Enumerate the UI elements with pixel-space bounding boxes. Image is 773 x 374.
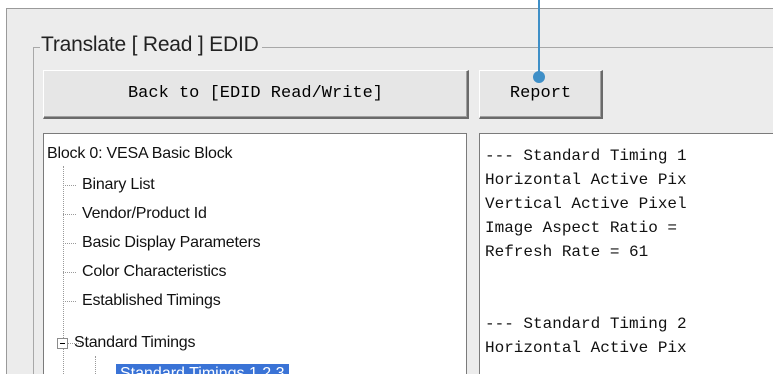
- tree-child-guide-line: [95, 356, 96, 374]
- report-line: --- Standard Timing 2: [485, 315, 687, 333]
- groupbox-title: Translate [ Read ] EDID: [40, 31, 262, 58]
- tree-item-binary-list[interactable]: Binary List: [82, 175, 155, 195]
- tree-item-standard-timings-1-2-3[interactable]: Standard Timings 1,2,3: [116, 364, 289, 374]
- tree-item-basic-display-parameters[interactable]: Basic Display Parameters: [82, 233, 261, 253]
- report-line: Horizontal Active Pix: [485, 339, 687, 357]
- report-line: Horizontal Active Pix: [485, 171, 687, 189]
- edid-block-tree[interactable]: Block 0: VESA Basic Block Binary List Ve…: [43, 133, 467, 374]
- tree-item-color-characteristics[interactable]: Color Characteristics: [82, 262, 226, 282]
- callout-pointer-line: [538, 0, 540, 73]
- tree-branch-connector: [63, 301, 76, 302]
- callout-pointer-dot: [533, 71, 545, 83]
- tree-item-vendor-product-id[interactable]: Vendor/Product Id: [82, 204, 207, 224]
- back-to-edid-read-write-button[interactable]: Back to [EDID Read/Write]: [43, 70, 469, 119]
- report-line: --- Standard Timing 1: [485, 147, 687, 165]
- report-line: Image Aspect Ratio =: [485, 219, 678, 237]
- tree-item-established-timings[interactable]: Established Timings: [82, 291, 221, 311]
- tree-branch-connector: [63, 243, 76, 244]
- collapse-minus-icon[interactable]: [57, 338, 68, 349]
- report-line: Refresh Rate = 61: [485, 243, 649, 261]
- report-line: Vertical Active Pixel: [485, 195, 687, 213]
- tree-branch-connector: [63, 214, 76, 215]
- tree-branch-connector: [63, 272, 76, 273]
- report-text-area[interactable]: --- Standard Timing 1 Horizontal Active …: [479, 133, 773, 374]
- tree-item-standard-timings[interactable]: Standard Timings: [74, 333, 196, 353]
- tree-item-vesa-basic-block[interactable]: Block 0: VESA Basic Block: [47, 144, 233, 164]
- tree-branch-connector: [63, 185, 76, 186]
